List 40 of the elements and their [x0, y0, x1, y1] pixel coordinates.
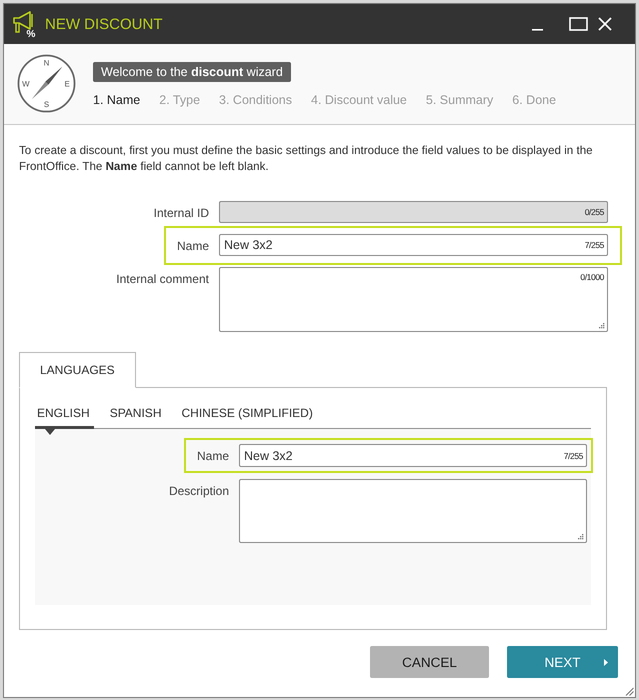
field-label: Name [196, 449, 229, 463]
window-title: NEW DISCOUNT [45, 16, 162, 32]
wizard-step: 1. Name [93, 91, 140, 109]
field-label: Name [176, 239, 209, 253]
wizard-step: 2. Type [159, 91, 200, 109]
resize-grip-icon[interactable] [625, 687, 634, 696]
text-field[interactable]: New 3x2 7/255 [219, 234, 608, 256]
pointer-icon [45, 429, 55, 435]
next-button[interactable]: NEXT [507, 646, 618, 678]
character-counter: 0/1000 [580, 272, 605, 282]
percent-symbol: % [26, 29, 36, 38]
field-label: Description [168, 484, 229, 498]
resize-grip-icon[interactable] [578, 534, 584, 540]
wizard-step: 5. Summary [426, 91, 494, 109]
language-tab[interactable]: CHINESE (SIMPLIFIED) [179, 400, 317, 429]
caret-icon [604, 659, 608, 666]
compass-icon [18, 54, 76, 112]
text-area[interactable] [239, 479, 587, 543]
tab[interactable]: LANGUAGES [19, 352, 136, 388]
close-icon[interactable] [598, 17, 612, 31]
cancel-button[interactable]: CANCEL [370, 646, 489, 678]
resize-grip-icon[interactable] [599, 323, 605, 329]
compass-letter: N [44, 58, 50, 68]
wizard-step: 3. Conditions [219, 91, 292, 109]
field-label: Internal comment [116, 272, 209, 286]
field-label: Internal ID [154, 206, 209, 220]
compass-letter: W [22, 79, 30, 88]
text-field[interactable]: New 3x2 7/255 [239, 444, 587, 467]
character-counter: 7/255 [564, 450, 584, 460]
maximize-icon[interactable] [569, 17, 588, 31]
character-counter: 7/255 [584, 240, 605, 250]
text-area[interactable]: 0/1000 [219, 267, 608, 332]
intro-text: To create a discount, first you must define the basic settings and introduce the field values to be displayed in the FrontOffice. The Name field cannot be left blank. [19, 143, 594, 175]
character-counter: 0/255 [584, 207, 605, 217]
compass-letter: S [44, 100, 50, 110]
welcome-banner: Welcome to the discount wizard [93, 62, 291, 82]
compass-letter: E [64, 79, 70, 88]
wizard-step: 4. Discount value [311, 91, 407, 109]
wizard-step: 6. Done [512, 91, 556, 109]
language-tab[interactable]: SPANISH [108, 400, 166, 429]
